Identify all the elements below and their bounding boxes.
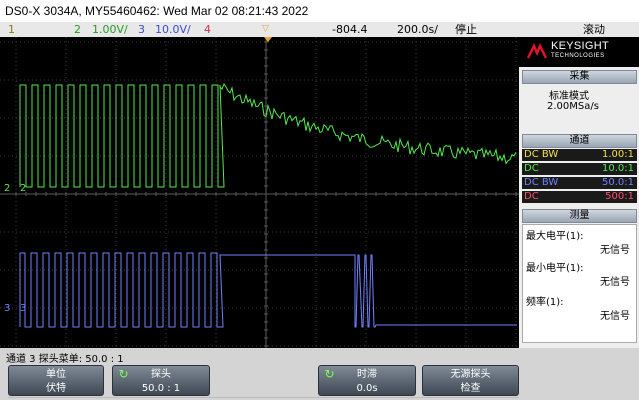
probe-value: 50.0 : 1 bbox=[141, 383, 181, 394]
meas-value-max: 无信号 bbox=[600, 245, 630, 256]
center-axes bbox=[0, 37, 519, 348]
right-panel: KEYSIGHT TECHNOLOGIES 采集 标准模式 2.00MSa/s … bbox=[519, 37, 639, 348]
ch3-marker-label: 3 bbox=[20, 303, 27, 314]
units-label: 单位 bbox=[46, 369, 66, 380]
ch4-coupling: DC bbox=[524, 191, 539, 202]
meas-label-freq: 频率(1): bbox=[526, 297, 564, 308]
ch3-waveform bbox=[19, 252, 517, 328]
ch2-indicator[interactable]: 2 bbox=[74, 22, 81, 37]
ch2-scale: 1.00V/ bbox=[92, 23, 128, 36]
window-title: DS0-X 3034A, MY55460462: Wed Mar 02 08:2… bbox=[0, 0, 639, 22]
channel-row-2[interactable]: DC 10.0:1 bbox=[522, 163, 637, 175]
units-softkey[interactable]: 单位 伏特 bbox=[8, 365, 104, 396]
menu-title: 通道 3 探头菜单: 50.0 : 1 bbox=[6, 354, 124, 365]
ch4-probe: 500:1 bbox=[605, 191, 634, 202]
meas-label-max: 最大电平(1): bbox=[526, 231, 584, 242]
probe-softkey[interactable]: ↻ 探头 50.0 : 1 bbox=[112, 365, 210, 396]
ch1-coupling: DC BW bbox=[524, 149, 559, 160]
trigger-position-marker[interactable] bbox=[264, 37, 272, 42]
waveform-grid bbox=[0, 37, 519, 348]
ch3-indicator[interactable]: 3 bbox=[138, 22, 145, 37]
run-state: 停止 bbox=[455, 23, 477, 36]
ch3-scale: 10.0V/ bbox=[155, 23, 191, 36]
passive-probe-softkey[interactable]: 无源探头 检查 bbox=[422, 365, 519, 396]
sample-rate: 2.00MSa/s bbox=[547, 101, 599, 112]
ch1-probe: 1.00:1 bbox=[602, 149, 634, 160]
ch1-indicator[interactable]: 1 bbox=[8, 22, 15, 37]
skew-value: 0.0s bbox=[356, 383, 378, 394]
skew-softkey[interactable]: ↻ 时滞 0.0s bbox=[318, 365, 416, 396]
ch3-probe: 50.0:1 bbox=[602, 177, 634, 188]
meas-label-min: 最小电平(1): bbox=[526, 263, 584, 274]
keysight-logo-icon bbox=[527, 43, 547, 59]
units-value: 伏特 bbox=[46, 383, 66, 394]
passive-probe-value: 检查 bbox=[460, 383, 481, 394]
trigger-delay: -804.4 bbox=[332, 23, 368, 36]
brand-subtitle: TECHNOLOGIES bbox=[551, 53, 605, 59]
acquire-header[interactable]: 采集 bbox=[522, 70, 637, 84]
waveform-display[interactable]: 2 2 3 3 bbox=[0, 37, 519, 348]
passive-probe-label: 无源探头 bbox=[450, 369, 491, 380]
divider bbox=[8, 397, 519, 398]
ch2-coupling: DC bbox=[524, 163, 539, 174]
channel-row-3[interactable]: DC BW 50.0:1 bbox=[522, 177, 637, 189]
meas-value-freq: 无信号 bbox=[600, 311, 630, 322]
measurement-panel: 最大电平(1): 无信号 最小电平(1): 无信号 频率(1): 无信号 bbox=[522, 224, 637, 343]
trigger-mode: 滚动 bbox=[583, 23, 605, 36]
channel-row-4[interactable]: DC 500:1 bbox=[522, 191, 637, 203]
ch2-ground-marker[interactable]: 2 bbox=[4, 183, 16, 195]
ch4-indicator[interactable]: 4 bbox=[204, 22, 211, 37]
softkey-bar: 通道 3 探头菜单: 50.0 : 1 单位 伏特 ↻ 探头 50.0 : 1 … bbox=[0, 348, 639, 400]
acquire-mode: 标准模式 bbox=[549, 91, 589, 102]
ch2-probe: 10.0:1 bbox=[602, 163, 634, 174]
brand-banner: KEYSIGHT TECHNOLOGIES bbox=[519, 37, 639, 67]
graticule bbox=[0, 37, 519, 348]
measure-header[interactable]: 测量 bbox=[522, 209, 637, 223]
probe-label: 探头 bbox=[151, 369, 171, 380]
channel-row-1[interactable]: DC BW 1.00:1 bbox=[522, 149, 637, 161]
ch3-ground-marker[interactable]: 3 bbox=[4, 303, 16, 315]
brand-name: KEYSIGHT bbox=[551, 40, 610, 52]
ch2-waveform bbox=[19, 82, 517, 188]
ch3-coupling: DC BW bbox=[524, 177, 559, 188]
status-bar: 1 2 1.00V/ 3 10.0V/ 4 ▽ -804.4 200.0s/ 停… bbox=[0, 22, 639, 37]
ch2-marker-label: 2 bbox=[20, 183, 27, 194]
trigger-delay-icon: ▽ bbox=[262, 24, 269, 34]
channels-header[interactable]: 通道 bbox=[522, 134, 637, 148]
meas-value-min: 无信号 bbox=[600, 277, 630, 288]
timebase: 200.0s/ bbox=[397, 23, 438, 36]
skew-label: 时滞 bbox=[357, 369, 377, 380]
